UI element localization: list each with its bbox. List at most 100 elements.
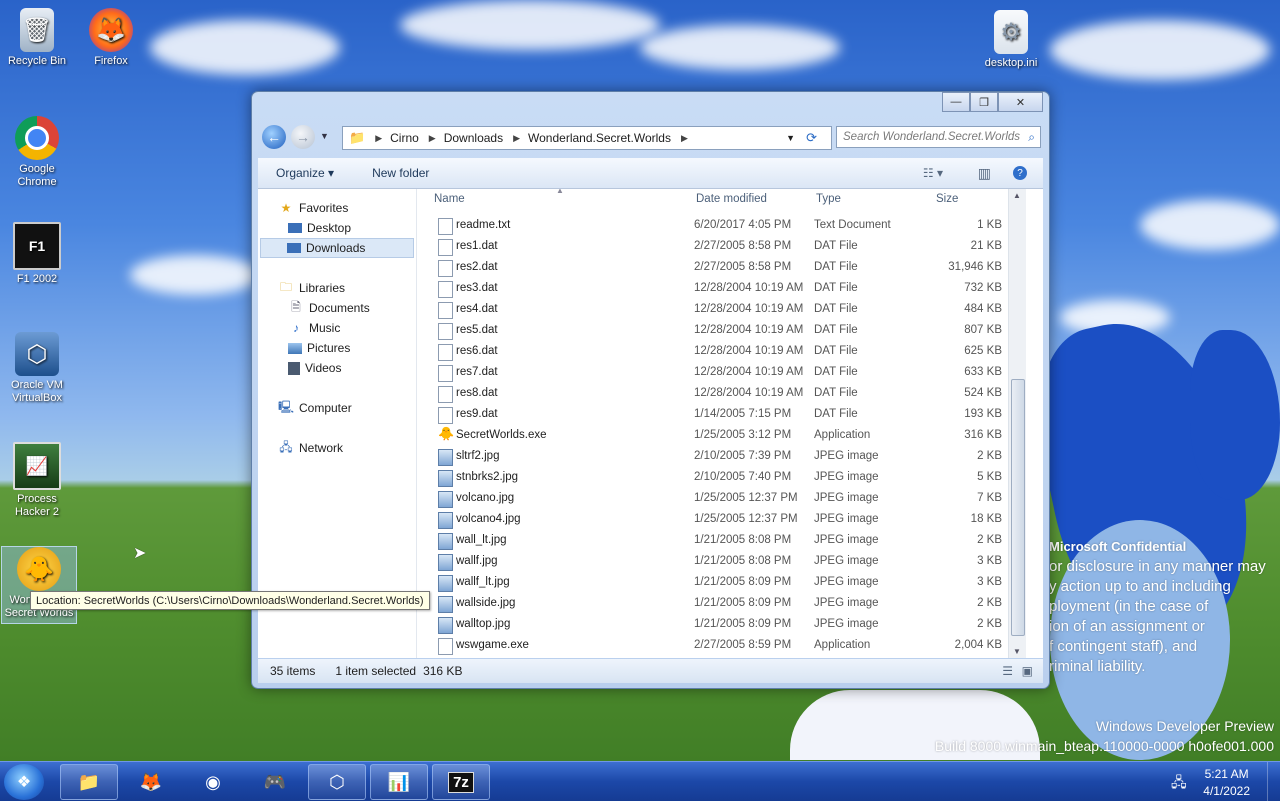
file-row[interactable]: res1.dat 2/27/2005 8:58 PM DAT File 21 KB bbox=[436, 237, 1016, 257]
address-dropdown-icon[interactable]: ▼ bbox=[786, 133, 795, 143]
taskbar-firefox[interactable]: 🦊 bbox=[122, 764, 180, 800]
file-row[interactable]: volcano.jpg 1/25/2005 12:37 PM JPEG image 7… bbox=[436, 489, 1016, 509]
desktop-icon-firefox[interactable]: 🦊 Firefox bbox=[74, 8, 148, 68]
taskbar-7zip[interactable]: 7z bbox=[432, 764, 490, 800]
vertical-scrollbar[interactable]: ▲ ▼ bbox=[1008, 189, 1026, 658]
column-header-name[interactable]: Name bbox=[434, 193, 465, 211]
column-header-type[interactable]: Type bbox=[816, 193, 841, 211]
column-header-date[interactable]: Date modified bbox=[696, 193, 767, 211]
file-size: 31,946 KB bbox=[948, 261, 1002, 273]
desktop-icon-process-hacker[interactable]: 📈 Process Hacker 2 bbox=[0, 442, 74, 519]
desktop-icon-chrome[interactable]: Google Chrome bbox=[0, 116, 74, 189]
nav-desktop[interactable]: Desktop bbox=[288, 219, 351, 237]
desktop-icon-wonderland[interactable]: 🐥 Wonderland Secret Worlds bbox=[1, 546, 77, 624]
file-row[interactable]: res8.dat 12/28/2004 10:19 AM DAT File 524 K… bbox=[436, 384, 1016, 404]
nav-favorites[interactable]: ★ Favorites bbox=[278, 199, 349, 217]
document-file-icon bbox=[438, 281, 453, 298]
file-row[interactable]: stnbrks2.jpg 2/10/2005 7:40 PM JPEG image 5… bbox=[436, 468, 1016, 488]
view-options-icon[interactable]: ☷ ▾ bbox=[923, 166, 943, 180]
file-size: 625 KB bbox=[964, 345, 1002, 357]
taskbar-chrome[interactable]: ◉ bbox=[184, 764, 242, 800]
minimize-button[interactable]: — bbox=[942, 92, 970, 112]
scroll-up-icon[interactable]: ▲ bbox=[1013, 191, 1021, 200]
recycle-bin-icon: 🗑 bbox=[20, 8, 54, 52]
nav-label: Libraries bbox=[299, 281, 346, 295]
desktop-icon-virtualbox[interactable]: ⬡ Oracle VM VirtualBox bbox=[0, 332, 74, 405]
file-row[interactable]: res3.dat 12/28/2004 10:19 AM DAT File 732 K… bbox=[436, 279, 1016, 299]
image-file-icon bbox=[438, 470, 453, 487]
videos-icon bbox=[288, 361, 300, 375]
nav-pictures[interactable]: Pictures bbox=[288, 339, 350, 357]
file-row[interactable]: readme.txt 6/20/2017 4:05 PM Text Document… bbox=[436, 216, 1016, 236]
file-size: 524 KB bbox=[964, 387, 1002, 399]
file-list: Name ▲ Date modified Type Size readme.tx… bbox=[418, 189, 1026, 658]
file-row[interactable]: wall_lt.jpg 1/21/2005 8:08 PM JPEG image 2 … bbox=[436, 531, 1016, 551]
forward-button[interactable]: → bbox=[291, 125, 315, 149]
file-row[interactable]: wswgame.exe 2/27/2005 8:59 PM Application 2… bbox=[436, 636, 1016, 656]
close-button[interactable]: ✕ bbox=[998, 92, 1043, 112]
file-row[interactable]: volcano4.jpg 1/25/2005 12:37 PM JPEG image… bbox=[436, 510, 1016, 530]
start-button[interactable]: ❖ bbox=[4, 764, 44, 800]
preview-pane-icon[interactable]: ▥ bbox=[978, 165, 991, 182]
nav-documents[interactable]: 🗎 Documents bbox=[288, 299, 370, 317]
nav-network[interactable]: 🖧 Network bbox=[278, 439, 343, 457]
taskbar-virtualbox[interactable]: ⬡ bbox=[308, 764, 366, 800]
organize-button[interactable]: Organize ▾ bbox=[276, 166, 334, 180]
file-row[interactable]: walltop.jpg 1/21/2005 8:09 PM JPEG image 2 … bbox=[436, 615, 1016, 635]
file-row[interactable]: 🐥 SecretWorlds.exe 1/25/2005 3:12 PM Applic… bbox=[436, 426, 1016, 446]
file-row[interactable]: res9.dat 1/14/2005 7:15 PM DAT File 193 KB bbox=[436, 405, 1016, 425]
watermark-line: f contingent staff), and bbox=[1049, 638, 1198, 655]
nav-computer[interactable]: 🖳 Computer bbox=[278, 399, 352, 417]
column-header-size[interactable]: Size bbox=[936, 193, 958, 211]
image-file-icon bbox=[438, 617, 453, 634]
nav-downloads[interactable]: Downloads bbox=[260, 238, 414, 258]
scroll-down-icon[interactable]: ▼ bbox=[1013, 647, 1021, 656]
nav-videos[interactable]: Videos bbox=[288, 359, 341, 377]
file-row[interactable]: res2.dat 2/27/2005 8:58 PM DAT File 31,946 … bbox=[436, 258, 1016, 278]
chevron-right-icon: ▶ bbox=[428, 132, 436, 143]
help-icon[interactable]: ? bbox=[1013, 166, 1027, 180]
file-row[interactable]: res6.dat 12/28/2004 10:19 AM DAT File 625 K… bbox=[436, 342, 1016, 362]
file-date: 2/27/2005 8:59 PM bbox=[694, 639, 792, 651]
nav-libraries[interactable]: 🗀 Libraries bbox=[278, 279, 345, 297]
file-date: 1/21/2005 8:09 PM bbox=[694, 618, 792, 630]
maximize-button[interactable]: ❐ bbox=[970, 92, 998, 112]
thumbnail-view-icon[interactable]: ▣ bbox=[1022, 664, 1033, 678]
file-row[interactable]: res4.dat 12/28/2004 10:19 AM DAT File 484 K… bbox=[436, 300, 1016, 320]
file-row[interactable]: wallside.jpg 1/21/2005 8:09 PM JPEG image 2… bbox=[436, 594, 1016, 614]
taskbar-process-hacker[interactable]: 📊 bbox=[370, 764, 428, 800]
desktop-icon-f1-2002[interactable]: F1 F1 2002 bbox=[0, 222, 74, 286]
new-folder-button[interactable]: New folder bbox=[372, 166, 429, 180]
nav-music[interactable]: ♪ Music bbox=[288, 319, 340, 337]
file-size: 1 KB bbox=[977, 219, 1002, 231]
refresh-icon[interactable]: ⟳ bbox=[806, 130, 817, 146]
desktop-icon-desktop-ini[interactable]: ⚙ desktop.ini bbox=[974, 10, 1048, 70]
taskbar-game[interactable]: 🎮 bbox=[246, 764, 304, 800]
nav-label: Downloads bbox=[306, 241, 366, 255]
file-row[interactable]: wallf.jpg 1/21/2005 8:08 PM JPEG image 3 KB bbox=[436, 552, 1016, 572]
clock[interactable]: 5:21 AM 4/1/2022 bbox=[1203, 766, 1250, 800]
search-input[interactable]: Search Wonderland.Secret.Worlds ⌕ bbox=[836, 126, 1041, 148]
chrome-icon bbox=[15, 116, 59, 160]
file-name: res7.dat bbox=[456, 366, 498, 378]
show-desktop-button[interactable] bbox=[1267, 762, 1280, 801]
breadcrumb-item[interactable]: Wonderland.Secret.Worlds bbox=[528, 131, 671, 145]
breadcrumb-item[interactable]: Downloads bbox=[444, 131, 503, 145]
address-bar[interactable]: 📁 ▶ Cirno ▶ Downloads ▶ Wonderland.Secre… bbox=[342, 126, 832, 150]
file-row[interactable]: wallf_lt.jpg 1/21/2005 8:09 PM JPEG image 3… bbox=[436, 573, 1016, 593]
network-tray-icon[interactable]: 🖧 bbox=[1171, 772, 1187, 796]
file-row[interactable]: sltrf2.jpg 2/10/2005 7:39 PM JPEG image 2 K… bbox=[436, 447, 1016, 467]
file-type: DAT File bbox=[814, 261, 858, 273]
file-size: 193 KB bbox=[964, 408, 1002, 420]
file-row[interactable]: res7.dat 12/28/2004 10:19 AM DAT File 633 K… bbox=[436, 363, 1016, 383]
image-file-icon bbox=[438, 575, 453, 592]
back-button[interactable]: ← bbox=[262, 125, 286, 149]
taskbar-explorer[interactable]: 📁 bbox=[60, 764, 118, 800]
file-row[interactable]: res5.dat 12/28/2004 10:19 AM DAT File 807 K… bbox=[436, 321, 1016, 341]
recent-pages-dropdown[interactable]: ▼ bbox=[320, 131, 329, 141]
image-file-icon bbox=[438, 554, 453, 571]
desktop-icon-recycle-bin[interactable]: 🗑 Recycle Bin bbox=[0, 8, 74, 68]
details-view-icon[interactable]: ☰ bbox=[1002, 664, 1013, 678]
breadcrumb-item[interactable]: Cirno bbox=[390, 131, 419, 145]
scrollbar-thumb[interactable] bbox=[1011, 379, 1025, 636]
